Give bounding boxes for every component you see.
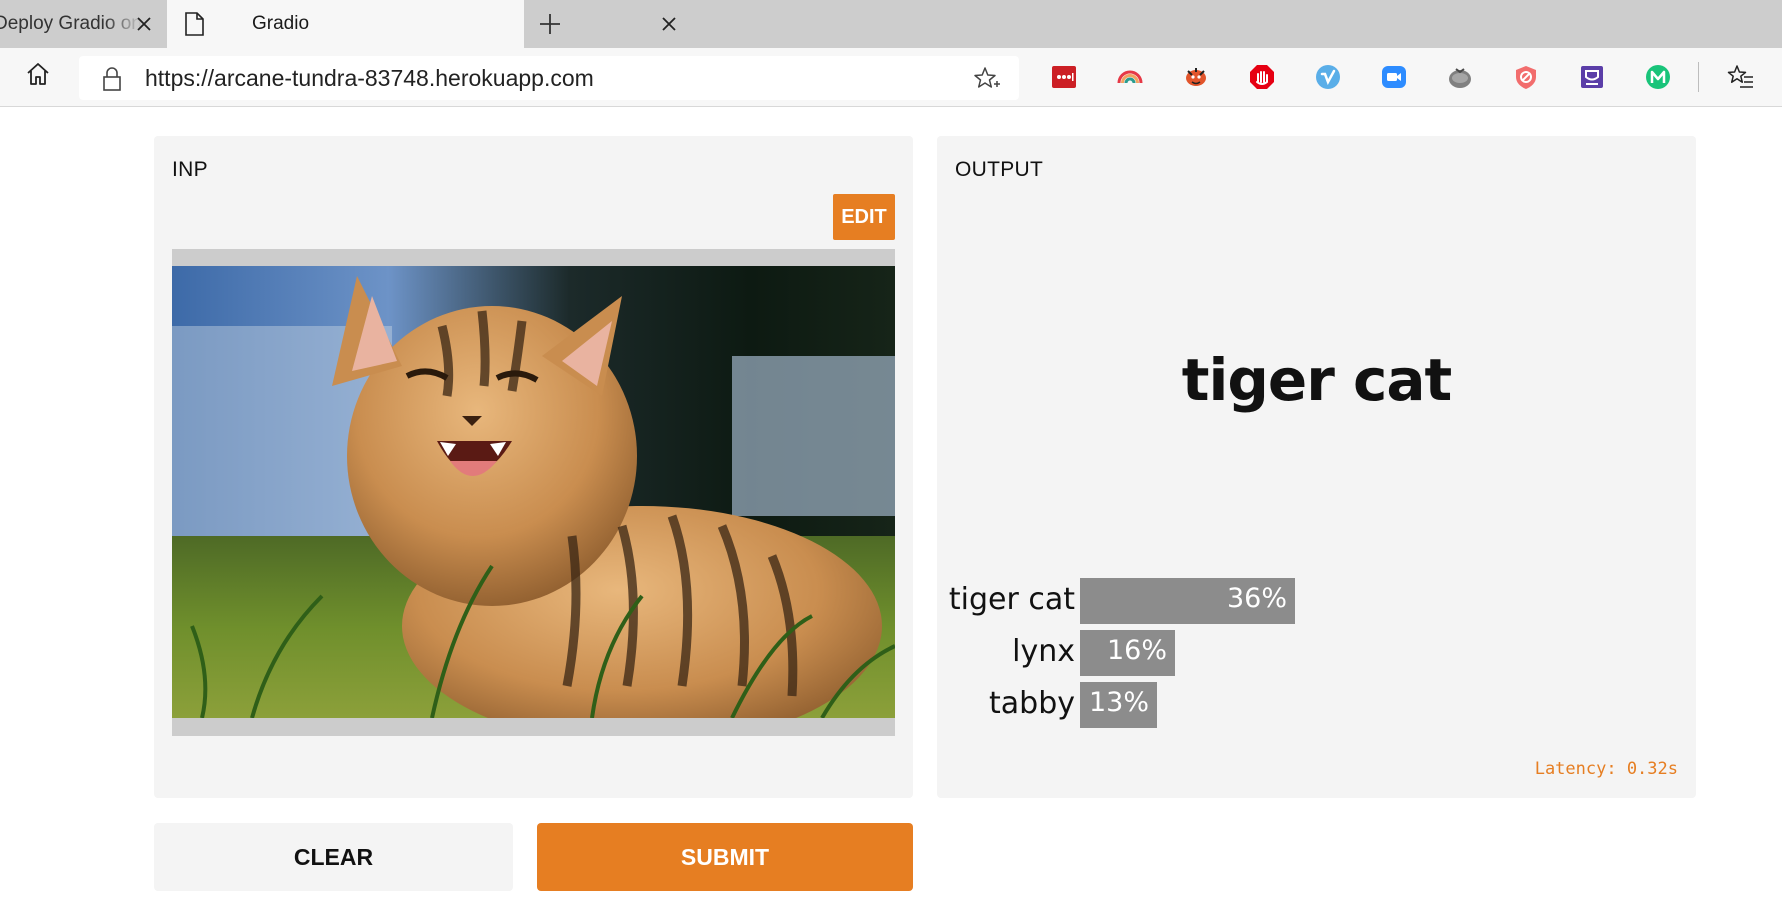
adblock-icon[interactable] <box>1248 63 1276 91</box>
tomato-icon[interactable] <box>1446 63 1474 91</box>
close-icon[interactable] <box>132 12 156 36</box>
confidence-row: tabby 13% <box>937 682 1696 728</box>
image-input-frame[interactable] <box>172 249 895 736</box>
submit-button[interactable]: SUBMIT <box>537 823 913 891</box>
input-panel: INP EDIT <box>154 136 913 798</box>
m-icon[interactable] <box>1644 63 1672 91</box>
tab-deploy-gradio[interactable]: Deploy Gradio on <box>0 0 166 48</box>
confidence-row: tiger cat 36% <box>937 578 1696 624</box>
fish-icon[interactable] <box>1182 63 1210 91</box>
confidence-label: lynx <box>1012 634 1075 669</box>
tab-gradio[interactable]: Gradio <box>167 0 676 48</box>
address-bar[interactable]: https://arcane-tundra-83748.herokuapp.co… <box>79 56 1019 100</box>
output-panel: OUTPUT tiger cat tiger cat 36% lynx 16% … <box>937 136 1696 798</box>
confidence-value: 13% <box>1088 687 1149 718</box>
url-text[interactable]: https://arcane-tundra-83748.herokuapp.co… <box>145 65 594 92</box>
browser-tab-strip: Deploy Gradio on Gradio <box>0 0 1782 48</box>
page-icon <box>185 12 204 36</box>
rainbow-icon[interactable] <box>1116 63 1144 91</box>
confidence-bar: 16% <box>1080 630 1175 676</box>
close-icon[interactable] <box>657 12 681 36</box>
confidence-label: tiger cat <box>948 582 1075 617</box>
shield-icon[interactable] <box>1512 63 1540 91</box>
latency-text: Latency: 0.32s <box>1534 759 1678 779</box>
confidence-label: tabby <box>989 686 1075 721</box>
confidence-value: 16% <box>1106 635 1167 666</box>
toolbar-divider <box>1698 62 1699 92</box>
vimeo-icon[interactable] <box>1314 63 1342 91</box>
confidence-row: lynx 16% <box>937 630 1696 676</box>
flag-icon[interactable] <box>1578 63 1606 91</box>
browser-toolbar: https://arcane-tundra-83748.herokuapp.co… <box>0 48 1782 107</box>
predicted-label: tiger cat <box>1181 346 1453 414</box>
output-panel-title: OUTPUT <box>955 158 1044 181</box>
input-panel-title: INP <box>172 158 208 181</box>
tab-title: Deploy Gradio on <box>0 13 142 34</box>
favorites-icon[interactable] <box>1727 63 1755 91</box>
confidence-value: 36% <box>1226 583 1287 614</box>
lastpass-icon[interactable] <box>1050 63 1078 91</box>
zoom-icon[interactable] <box>1380 63 1408 91</box>
clear-button[interactable]: CLEAR <box>154 823 513 891</box>
tab-title: Gradio <box>252 13 310 34</box>
home-icon[interactable] <box>24 60 52 88</box>
confidence-bar: 13% <box>1080 682 1157 728</box>
lock-icon <box>103 67 121 91</box>
edit-button[interactable]: EDIT <box>833 194 895 240</box>
new-tab-icon[interactable] <box>536 10 564 38</box>
confidence-bar: 36% <box>1080 578 1295 624</box>
kitten-image <box>172 266 895 718</box>
star-add-favorite-icon[interactable] <box>973 65 1001 93</box>
